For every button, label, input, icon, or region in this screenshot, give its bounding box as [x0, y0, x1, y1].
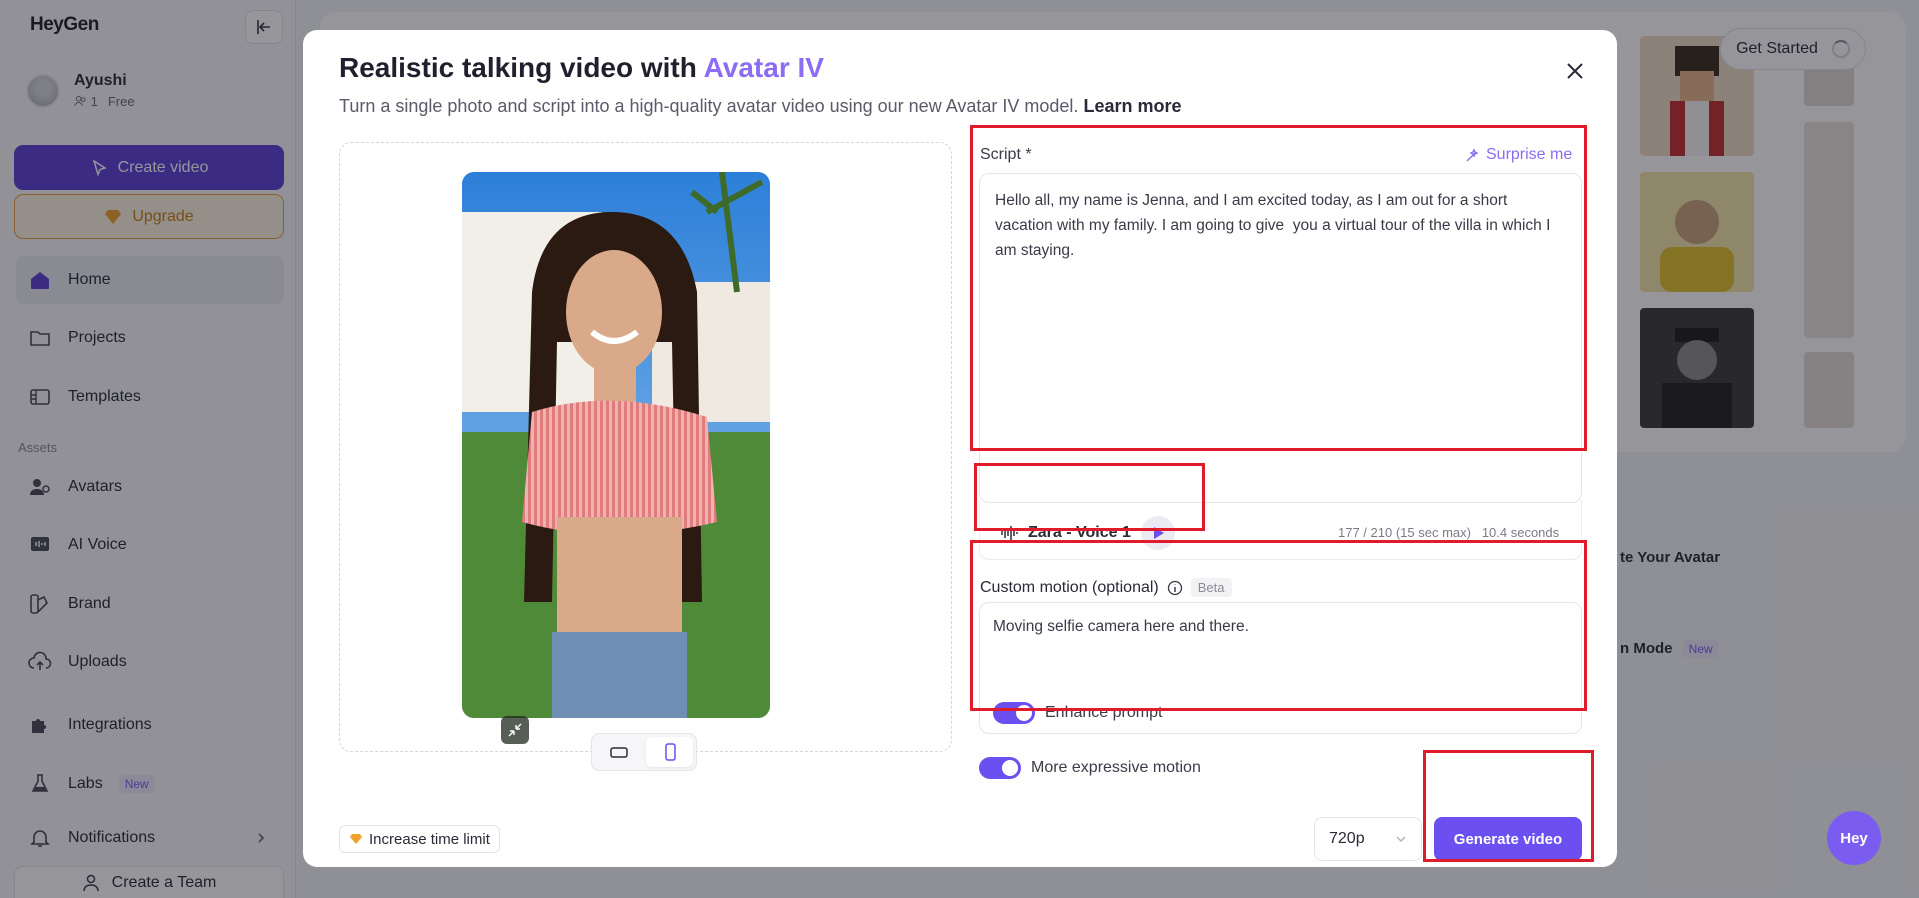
- portrait-icon: [664, 743, 676, 761]
- avatar-photo: [462, 172, 770, 718]
- char-count: 177 / 210 (15 sec max): [1338, 525, 1471, 540]
- highlight-box: [974, 463, 1205, 531]
- highlight-box: [970, 125, 1587, 451]
- modal-title: Realistic talking video with Avatar IV: [339, 52, 824, 84]
- chevron-down-icon: [1396, 836, 1406, 843]
- close-button[interactable]: [1560, 56, 1590, 86]
- duration-estimate: 10.4 seconds: [1481, 525, 1560, 540]
- portrait-option[interactable]: [646, 737, 693, 767]
- expressive-motion-row: More expressive motion: [979, 757, 1201, 779]
- modal-subtitle: Turn a single photo and script into a hi…: [339, 96, 1182, 117]
- highlight-box: [1423, 750, 1594, 862]
- diamond-icon: [350, 834, 362, 844]
- landscape-icon: [609, 747, 628, 758]
- resolution-value: 720p: [1329, 830, 1365, 847]
- expressive-motion-label: More expressive motion: [1031, 759, 1201, 776]
- orientation-toggle: [591, 733, 697, 771]
- learn-more-link[interactable]: Learn more: [1083, 96, 1181, 116]
- shrink-preview-button[interactable]: [501, 716, 529, 744]
- modal-title-prefix: Realistic talking video with: [339, 52, 704, 83]
- avatar-photo-image: [462, 172, 770, 718]
- subtitle-text: Turn a single photo and script into a hi…: [339, 96, 1079, 116]
- script-counter: 177 / 210 (15 sec max) 10.4 seconds: [1338, 525, 1559, 540]
- modal-title-accent: Avatar IV: [703, 52, 824, 83]
- collapse-arrows-icon: [508, 723, 522, 737]
- time-limit-label: Increase time limit: [369, 830, 490, 848]
- expressive-motion-toggle[interactable]: [979, 757, 1021, 779]
- landscape-option[interactable]: [595, 737, 642, 767]
- resolution-select[interactable]: 720p: [1314, 817, 1422, 861]
- close-icon: [1567, 63, 1583, 79]
- chat-bubble-button[interactable]: Hey: [1827, 811, 1881, 865]
- highlight-box: [970, 540, 1587, 711]
- increase-time-limit-button[interactable]: Increase time limit: [339, 825, 500, 853]
